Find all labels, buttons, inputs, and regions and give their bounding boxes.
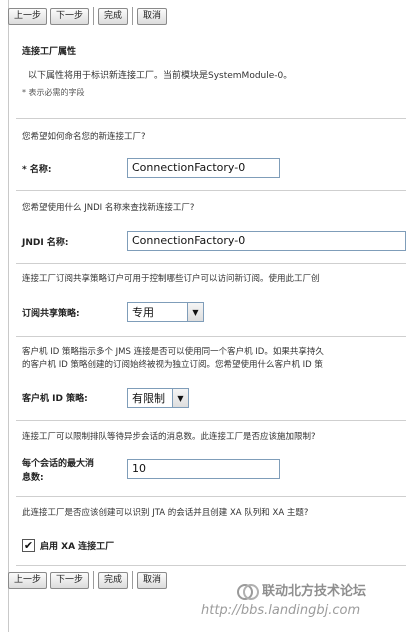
client-id-select-value: 有限制 [132, 392, 165, 405]
jndi-label: JNDI 名称: [22, 238, 69, 248]
subscription-select[interactable]: 专用 ▼ [127, 302, 204, 322]
max-messages-input[interactable]: 10 [127, 459, 280, 479]
divider [16, 336, 406, 337]
client-id-question-line2: 的客户机 ID 策略创建的订阅始终被视为独立订阅。您希望使用什么客户机 ID 策 [22, 360, 323, 370]
name-question: 您希望如何命名您的新连接工厂? [22, 132, 146, 142]
max-messages-label-line1: 每个会话的最大消 [22, 459, 95, 469]
toolbar-separator [93, 571, 95, 589]
finish-button[interactable]: 完成 [98, 7, 129, 25]
divider [16, 420, 406, 421]
required-note: * 表示必需的字段 [22, 88, 85, 97]
divider [16, 190, 406, 191]
finish-button[interactable]: 完成 [98, 571, 129, 589]
toolbar-separator [132, 571, 134, 589]
jndi-input[interactable]: ConnectionFactory-0 [127, 231, 406, 251]
toolbar-separator [93, 7, 95, 25]
xa-question: 此连接工厂是否应该创建可以识别 JTA 的会话并且创建 XA 队列和 XA 主题… [22, 508, 309, 518]
watermark-logo-icon [237, 584, 259, 600]
divider [16, 496, 406, 497]
watermark-text: 联动北方技术论坛 [262, 584, 367, 599]
divider [16, 263, 406, 264]
chevron-down-icon: ▼ [187, 303, 203, 321]
top-toolbar: 上一步 下一步 完成 取消 [8, 6, 168, 26]
prev-button[interactable]: 上一步 [8, 7, 48, 25]
toolbar-separator [132, 7, 134, 25]
next-button[interactable]: 下一步 [50, 571, 90, 589]
bottom-toolbar: 上一步 下一步 完成 取消 [8, 570, 168, 590]
xa-checkbox[interactable]: ✔ [22, 539, 35, 552]
subscription-label: 订阅共享策略: [22, 309, 80, 319]
subscription-select-value: 专用 [132, 306, 154, 319]
cancel-button[interactable]: 取消 [137, 7, 168, 25]
max-messages-question: 连接工厂可以限制排队等待异步会话的消息数。此连接工厂是否应该施加限制? [22, 432, 316, 442]
next-button[interactable]: 下一步 [50, 7, 90, 25]
max-messages-label-line2: 息数: [22, 473, 44, 483]
subscription-question: 连接工厂订阅共享策略订户可用于控制哪些订户可以访问新订阅。使用此工厂创 [22, 274, 320, 284]
name-label: * 名称: [22, 165, 52, 175]
jndi-question: 您希望使用什么 JNDI 名称来查找新连接工厂? [22, 203, 195, 213]
prev-button[interactable]: 上一步 [8, 571, 48, 589]
client-id-select[interactable]: 有限制 ▼ [127, 388, 189, 408]
cancel-button[interactable]: 取消 [137, 571, 168, 589]
client-id-question-line1: 客户机 ID 策略指示多个 JMS 连接是否可以使用同一个客户机 ID。如果共享… [22, 347, 324, 357]
section-description: 以下属性将用于标识新连接工厂。当前模块是SystemModule-0。 [28, 71, 293, 81]
chevron-down-icon: ▼ [172, 389, 188, 407]
watermark-url: http://bbs.landingbj.com [201, 603, 361, 618]
client-id-label: 客户机 ID 策略: [22, 394, 88, 404]
name-input[interactable]: ConnectionFactory-0 [127, 158, 280, 178]
divider [16, 118, 406, 119]
divider [16, 565, 406, 566]
xa-label: 启用 XA 连接工厂 [40, 542, 115, 552]
section-title: 连接工厂属性 [22, 47, 77, 57]
